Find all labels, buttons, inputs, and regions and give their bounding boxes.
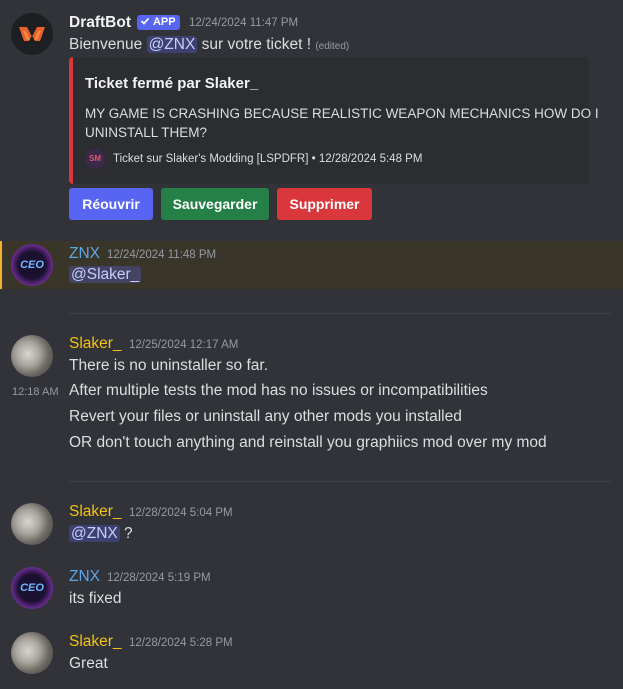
slaker-ping-text: @ZNX ? bbox=[69, 525, 133, 542]
ticket-embed: Ticket fermé par Slaker_ MY GAME IS CRAS… bbox=[69, 57, 599, 184]
embed-footer-text: Ticket sur Slaker's Modding [LSPDFR] • 1… bbox=[113, 153, 423, 165]
znx-fixed-text: its fixed bbox=[69, 590, 122, 607]
delete-button[interactable]: Supprimer bbox=[277, 188, 372, 220]
verified-check-icon bbox=[141, 18, 150, 26]
slaker-line-2-timestamp: 12:18 AM bbox=[12, 386, 59, 398]
slaker-line-2: After multiple tests the mod has no issu… bbox=[69, 382, 488, 399]
message-slaker-ping: Slaker_ 12/28/2024 5:04 PM @ZNX ? bbox=[0, 500, 623, 548]
znx-avatar[interactable]: CEO bbox=[11, 567, 53, 609]
slaker-line-3: Revert your files or uninstall any other… bbox=[69, 408, 462, 425]
slaker-username[interactable]: Slaker_ bbox=[69, 632, 122, 652]
slaker-avatar[interactable] bbox=[11, 335, 53, 377]
slaker-great-text: Great bbox=[69, 655, 108, 672]
znx-avatar[interactable]: CEO bbox=[11, 244, 53, 286]
message-slaker-reply: Slaker_ 12/25/2024 12:17 AM There is no … bbox=[0, 330, 623, 460]
mention-slaker[interactable]: @Slaker_ bbox=[69, 266, 142, 283]
znx-avatar-text: CEO bbox=[20, 259, 44, 271]
reopen-button[interactable]: Réouvrir bbox=[69, 188, 153, 220]
slaker-line-4: OR don't touch anything and reinstall yo… bbox=[69, 434, 547, 451]
message-slaker-great: Slaker_ 12/28/2024 5:28 PM Great bbox=[0, 630, 623, 678]
znx-username[interactable]: ZNX bbox=[69, 244, 100, 264]
slaker-timestamp: 12/25/2024 12:17 AM bbox=[129, 339, 239, 351]
znx-timestamp: 12/24/2024 11:48 PM bbox=[107, 249, 217, 261]
message-draftbot: DraftBot APP 12/24/2024 11:47 PM Bienven… bbox=[0, 0, 623, 235]
draftbot-username[interactable]: DraftBot APP bbox=[69, 13, 180, 33]
date-divider bbox=[69, 481, 611, 482]
app-badge: APP bbox=[137, 15, 180, 31]
edited-label: (edited) bbox=[315, 41, 350, 52]
save-button[interactable]: Sauvegarder bbox=[161, 188, 269, 220]
slaker-timestamp: 12/28/2024 5:28 PM bbox=[129, 637, 233, 649]
embed-description-line1: MY GAME IS CRASHING BECAUSE REALISTIC WE… bbox=[85, 106, 599, 121]
znx-username[interactable]: ZNX bbox=[69, 567, 100, 587]
slaker-avatar[interactable] bbox=[11, 632, 53, 674]
slaker-avatar[interactable] bbox=[11, 503, 53, 545]
mention-highlight-bar bbox=[0, 241, 2, 289]
message-znx-fixed: CEO ZNX 12/28/2024 5:19 PM its fixed bbox=[0, 565, 623, 613]
embed-description-line2: UNINSTALL THEM? bbox=[85, 125, 208, 140]
embed-footer-icon: SM bbox=[85, 149, 105, 169]
draftbot-avatar[interactable] bbox=[11, 13, 53, 55]
slaker-username[interactable]: Slaker_ bbox=[69, 334, 122, 354]
draftbot-logo-icon bbox=[11, 13, 53, 55]
znx-avatar-text: CEO bbox=[20, 582, 44, 594]
message-znx-mention: CEO ZNX 12/24/2024 11:48 PM @Slaker_ bbox=[0, 241, 623, 289]
slaker-line-1: There is no uninstaller so far. bbox=[69, 357, 269, 374]
date-divider bbox=[69, 313, 611, 314]
slaker-timestamp: 12/28/2024 5:04 PM bbox=[129, 507, 233, 519]
draftbot-timestamp: 12/24/2024 11:47 PM bbox=[189, 17, 299, 29]
znx-message-text: @Slaker_ bbox=[69, 264, 142, 286]
mention-znx[interactable]: @ZNX bbox=[69, 525, 120, 542]
slaker-username[interactable]: Slaker_ bbox=[69, 502, 122, 522]
mention-znx[interactable]: @ZNX bbox=[146, 36, 198, 53]
draftbot-message-text: Bienvenue @ZNX sur votre ticket ! (edite… bbox=[69, 36, 350, 53]
embed-title: Ticket fermé par Slaker_ bbox=[85, 75, 259, 92]
znx-timestamp: 12/28/2024 5:19 PM bbox=[107, 572, 211, 584]
